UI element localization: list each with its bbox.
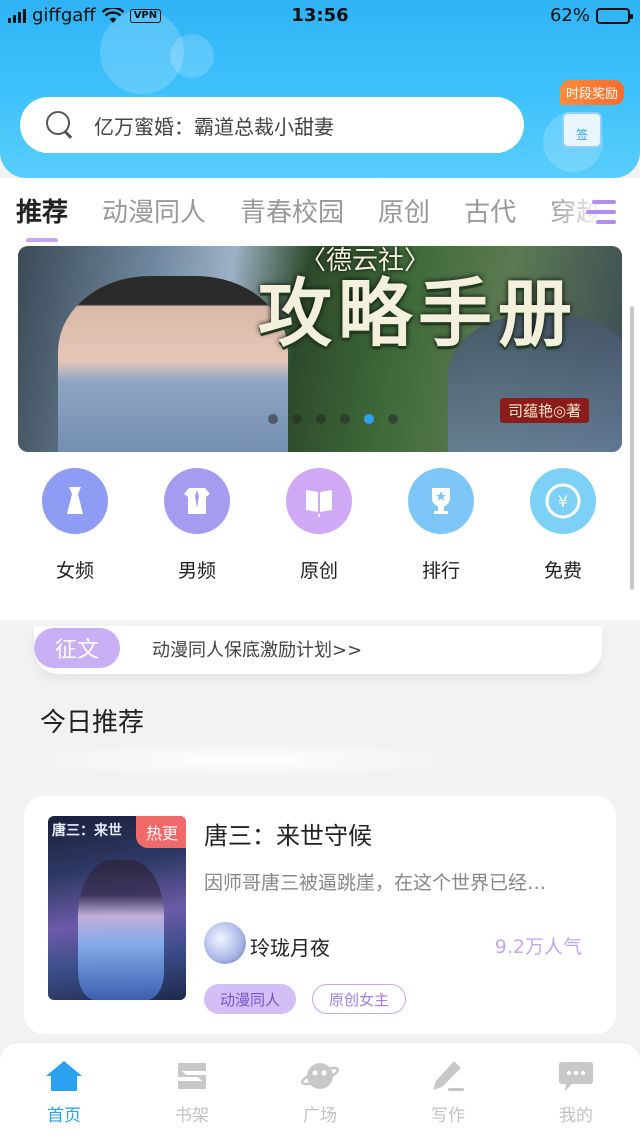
nav-item-3[interactable]: 写作: [384, 1043, 512, 1138]
category-1[interactable]: 男频: [136, 468, 258, 583]
contest-link: 动漫同人保底激励计划>>: [152, 640, 363, 661]
section-title: 今日推荐: [40, 708, 145, 738]
book-icon: [286, 468, 352, 534]
cover-title: 唐三：来世: [52, 823, 122, 839]
menu-icon[interactable]: [586, 200, 616, 226]
gift-box-icon: 签: [562, 112, 602, 148]
clock: 13:56: [291, 5, 349, 26]
category-label: 排行: [421, 560, 460, 582]
author-avatar: [204, 922, 246, 964]
reward-button[interactable]: 时段奖励 签: [540, 78, 630, 170]
tab-2[interactable]: 青春校园: [240, 192, 344, 229]
dress-icon: [42, 468, 108, 534]
carousel-dot[interactable]: [292, 414, 302, 424]
category-label: 男频: [177, 560, 216, 582]
carousel-dot[interactable]: [316, 414, 326, 424]
carousel-dot[interactable]: [268, 414, 278, 424]
book-tag[interactable]: 原创女主: [312, 984, 407, 1014]
author-name: 玲珑月夜: [250, 936, 330, 960]
tab-0[interactable]: 推荐: [16, 192, 68, 243]
yuan-coin-icon: ¥: [530, 468, 596, 534]
category-2[interactable]: 原创: [258, 468, 380, 583]
book-description: 因师哥唐三被逼跳崖，在这个世界已经…: [204, 872, 547, 894]
nav-item-4[interactable]: 我的: [512, 1043, 640, 1138]
nav-label: 首页: [47, 1106, 81, 1126]
home-icon: [44, 1059, 84, 1093]
nav-label: 我的: [559, 1106, 593, 1126]
contest-pill: 征文: [34, 628, 120, 668]
nav-label: 书架: [175, 1106, 209, 1126]
category-0[interactable]: 女频: [14, 468, 136, 583]
tab-3[interactable]: 原创: [378, 192, 430, 229]
carousel-dots: [18, 414, 622, 424]
banner-title: 攻略手册: [258, 271, 578, 357]
search-icon: [46, 111, 74, 139]
category-tabs: 推荐动漫同人青春校园原创古代穿越: [0, 178, 640, 243]
nav-label: 广场: [303, 1106, 337, 1126]
bookshelf-icon: [172, 1059, 212, 1093]
promo-banner[interactable]: 〈德云社〉 攻略手册 司蕴艳◎著: [18, 246, 622, 452]
popularity-count: 9.2万人气: [494, 936, 582, 958]
category-label: 免费: [543, 560, 582, 582]
pen-icon: [428, 1059, 468, 1093]
hot-badge: 热更: [135, 816, 186, 848]
category-label: 原创: [299, 560, 338, 582]
book-cover[interactable]: 唐三：来世 热更: [48, 816, 186, 1000]
nav-item-0[interactable]: 首页: [0, 1043, 128, 1138]
bottom-nav: 首页 书架 广场 写作 我的: [0, 1042, 640, 1138]
search-placeholder: 亿万蜜婚：霸道总裁小甜妻: [94, 114, 334, 139]
carousel-dot[interactable]: [388, 414, 398, 424]
nav-item-1[interactable]: 书架: [128, 1043, 256, 1138]
battery-percent: 62%: [549, 5, 590, 26]
category-label: 女频: [55, 560, 94, 582]
book-title: 唐三：来世守候: [204, 822, 372, 850]
tab-4[interactable]: 古代: [464, 192, 516, 229]
trophy-icon: [408, 468, 474, 534]
shirt-icon: [164, 468, 230, 534]
carousel-dot[interactable]: [340, 414, 350, 424]
reward-label: 时段奖励: [560, 80, 625, 105]
banner-person-image: [58, 276, 288, 452]
battery-icon: [596, 7, 633, 24]
top-header: giffgaff VPN 13:56 62% 亿万蜜婚：霸道总裁小甜妻 时段奖励…: [0, 0, 640, 178]
svg-text:¥: ¥: [558, 492, 568, 511]
book-card[interactable]: 唐三：来世 热更 唐三：来世守候 因师哥唐三被逼跳崖，在这个世界已经… 玲珑月夜…: [24, 796, 616, 1034]
contest-banner[interactable]: 征文 动漫同人保底激励计划>>: [34, 626, 602, 674]
category-4[interactable]: ¥ 免费: [502, 468, 624, 583]
nav-item-2[interactable]: 广场: [256, 1043, 384, 1138]
carousel-dot[interactable]: [364, 414, 374, 424]
chat-bubble-icon: [556, 1059, 596, 1093]
status-bar: giffgaff VPN 13:56 62%: [0, 0, 640, 34]
tab-1[interactable]: 动漫同人: [102, 192, 206, 229]
category-3[interactable]: 排行: [380, 468, 502, 583]
scrollbar[interactable]: [630, 306, 634, 590]
search-bar[interactable]: 亿万蜜婚：霸道总裁小甜妻: [20, 97, 524, 153]
category-shortcuts: 女频 男频 原创 排行 ¥ 免费: [0, 468, 640, 583]
book-tag[interactable]: 动漫同人: [204, 984, 297, 1014]
nav-label: 写作: [431, 1106, 465, 1126]
main-panel: 〈德云社〉 攻略手册 司蕴艳◎著 女频 男频 原创 排行 ¥ 免费: [0, 242, 640, 620]
planet-icon: [300, 1059, 340, 1093]
